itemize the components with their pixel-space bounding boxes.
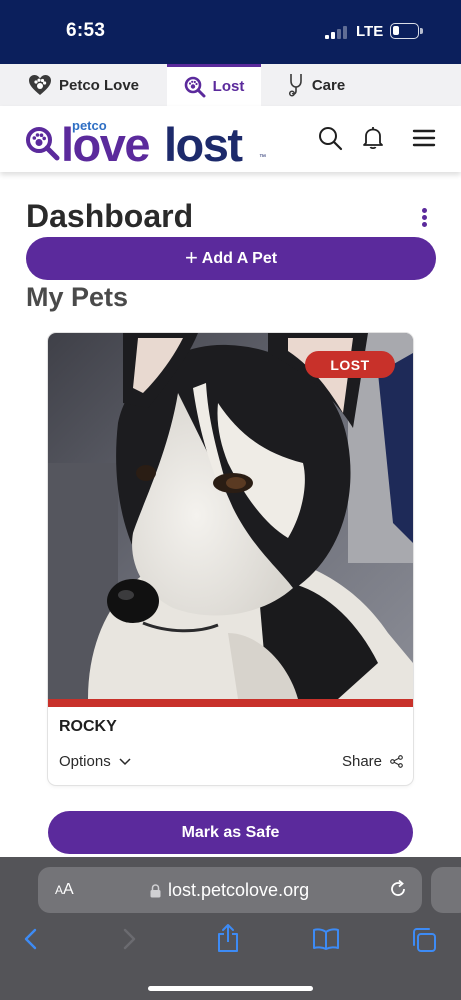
logo-trademark: ™ <box>259 154 266 161</box>
reader-aa-button[interactable]: AA <box>55 881 74 899</box>
bell-icon[interactable] <box>360 125 386 151</box>
lost-status-badge: LOST <box>305 351 395 378</box>
search-paw-logo-icon <box>26 127 60 161</box>
tab-label: Lost <box>212 78 245 95</box>
tabs-icon[interactable] <box>411 927 437 953</box>
lock-icon <box>150 883 161 897</box>
share-nodes-icon <box>390 755 403 768</box>
share-label: Share <box>341 753 382 770</box>
hamburger-menu-icon[interactable] <box>411 125 437 151</box>
pet-card[interactable]: LOST ROCKY Options Share <box>48 333 413 785</box>
search-paw-icon <box>184 76 206 97</box>
heart-paw-icon <box>28 75 51 95</box>
aa-small: A <box>55 883 64 897</box>
url-text: lost.petcolove.org <box>168 880 310 900</box>
options-dropdown[interactable]: Options <box>59 753 131 770</box>
pet-name: ROCKY <box>59 718 117 735</box>
url-display[interactable]: lost.petcolove.org <box>150 880 309 901</box>
lost-status-stripe <box>48 699 413 707</box>
more-options-icon[interactable] <box>417 206 431 228</box>
share-button[interactable]: Share <box>342 753 403 770</box>
battery-icon <box>390 23 423 39</box>
tab-lost[interactable]: Lost <box>167 64 261 106</box>
page-title: Dashboard <box>26 198 194 234</box>
stethoscope-icon <box>288 74 302 97</box>
browser-toolbar: AA lost.petcolove.org <box>0 857 461 1000</box>
forward-arrow-icon[interactable] <box>120 927 138 951</box>
add-pet-label: Add A Pet <box>201 249 278 267</box>
mark-as-safe-button[interactable]: Mark as Safe <box>48 811 413 854</box>
options-label: Options <box>59 753 111 770</box>
my-pets-heading: My Pets <box>26 282 129 312</box>
share-icon[interactable] <box>216 923 240 953</box>
logo-lost-text: lost <box>164 118 243 171</box>
tab-label: Care <box>311 76 346 94</box>
search-icon[interactable] <box>317 125 343 151</box>
plus-icon: + <box>184 244 198 270</box>
lovelost-logo[interactable]: petco love lost ™ <box>25 114 275 170</box>
battery-level <box>393 26 399 35</box>
bookmarks-icon[interactable] <box>312 927 340 951</box>
carrier-label: LTE <box>356 23 384 40</box>
tab-label: Petco Love <box>58 76 140 94</box>
brand-tabs: Petco Love Lost Care <box>0 64 461 106</box>
cell-signal-icon <box>325 26 349 39</box>
status-bar: 6:53 LTE <box>0 0 461 64</box>
logo-love-text: love <box>61 118 151 171</box>
back-arrow-icon[interactable] <box>22 927 40 951</box>
reload-icon[interactable] <box>388 879 408 899</box>
chevron-down-icon <box>119 757 131 765</box>
site-header: petco love lost ™ <box>0 106 461 172</box>
address-bar[interactable]: AA lost.petcolove.org <box>38 867 422 913</box>
tab-care[interactable]: Care <box>261 64 371 106</box>
home-indicator <box>148 986 313 991</box>
tab-petco-love[interactable]: Petco Love <box>0 64 167 106</box>
add-pet-button[interactable]: + Add A Pet <box>26 237 436 280</box>
next-tab-preview[interactable] <box>431 867 461 913</box>
status-time: 6:53 <box>66 20 106 41</box>
pet-photo[interactable] <box>48 333 413 699</box>
aa-large: A <box>63 881 74 898</box>
